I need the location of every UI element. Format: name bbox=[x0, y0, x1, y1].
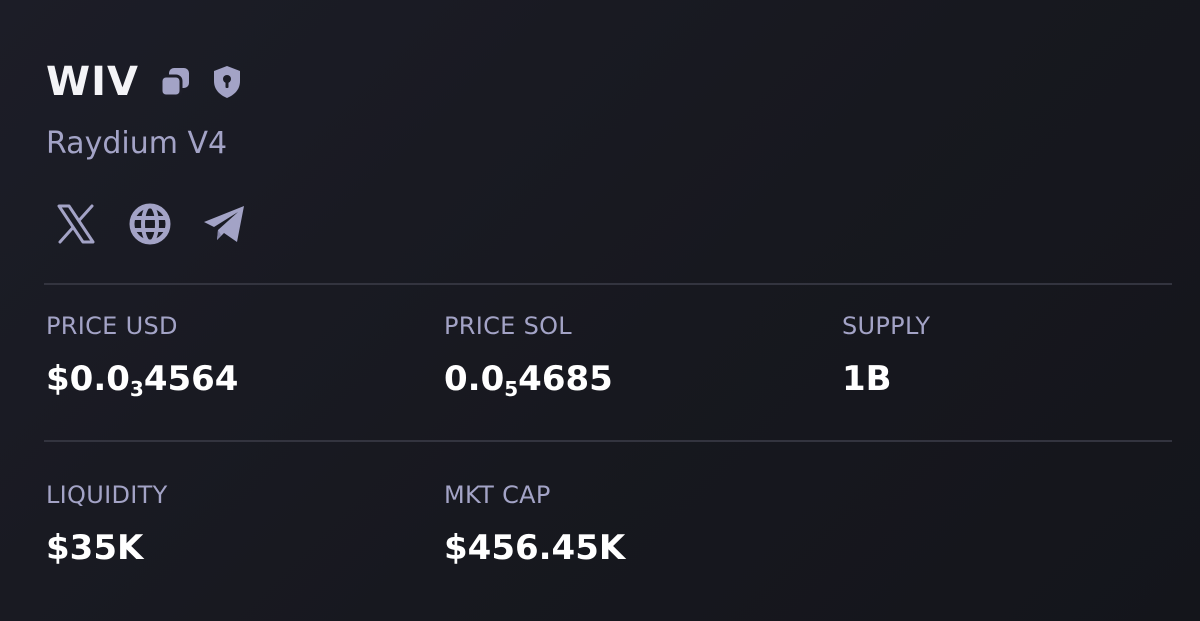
stat-price-sol: PRICE SOL 0.054685 bbox=[444, 311, 613, 399]
price-usd-value: $0.034564 bbox=[46, 359, 238, 399]
price-usd-zero-count: 3 bbox=[129, 377, 144, 401]
supply-value: 1B bbox=[842, 359, 892, 399]
stat-label: PRICE USD bbox=[46, 312, 178, 340]
copy-address-button[interactable] bbox=[157, 64, 193, 100]
x-link[interactable] bbox=[52, 200, 100, 248]
token-header: WIV bbox=[46, 58, 245, 106]
price-usd-digits: 4564 bbox=[143, 359, 239, 399]
stat-price-usd: PRICE USD $0.034564 bbox=[46, 311, 238, 399]
website-link[interactable] bbox=[126, 200, 174, 248]
price-sol-digits: 4685 bbox=[518, 359, 613, 399]
price-sol-value: 0.054685 bbox=[444, 359, 613, 399]
token-info-card: WIV Raydium V4 PRICE USD $0.034564 PRICE… bbox=[0, 0, 1200, 621]
stat-label: PRICE SOL bbox=[444, 312, 572, 340]
divider bbox=[44, 283, 1172, 285]
telegram-icon bbox=[204, 206, 244, 242]
stat-supply: SUPPLY 1B bbox=[842, 311, 930, 399]
stat-label: LIQUIDITY bbox=[46, 481, 168, 509]
token-symbol: WIV bbox=[46, 59, 139, 105]
stat-market-cap: MKT CAP $456.45K bbox=[444, 480, 625, 568]
liquidity-value: $35K bbox=[46, 528, 144, 568]
copy-icon bbox=[159, 68, 189, 98]
stat-label: MKT CAP bbox=[444, 481, 551, 509]
market-cap-value: $456.45K bbox=[444, 528, 626, 568]
globe-icon bbox=[129, 203, 171, 245]
price-usd-prefix: $0.0 bbox=[46, 359, 130, 399]
security-audit-button[interactable] bbox=[209, 64, 245, 100]
price-sol-zero-count: 5 bbox=[504, 377, 519, 401]
price-sol-prefix: 0.0 bbox=[444, 359, 505, 399]
stat-label: SUPPLY bbox=[842, 312, 931, 340]
social-links bbox=[52, 200, 274, 248]
divider bbox=[44, 440, 1172, 442]
shield-lock-icon bbox=[213, 66, 240, 98]
telegram-link[interactable] bbox=[200, 200, 248, 248]
dex-name: Raydium V4 bbox=[46, 126, 228, 161]
stat-liquidity: LIQUIDITY $35K bbox=[46, 480, 168, 568]
x-twitter-icon bbox=[57, 204, 95, 244]
